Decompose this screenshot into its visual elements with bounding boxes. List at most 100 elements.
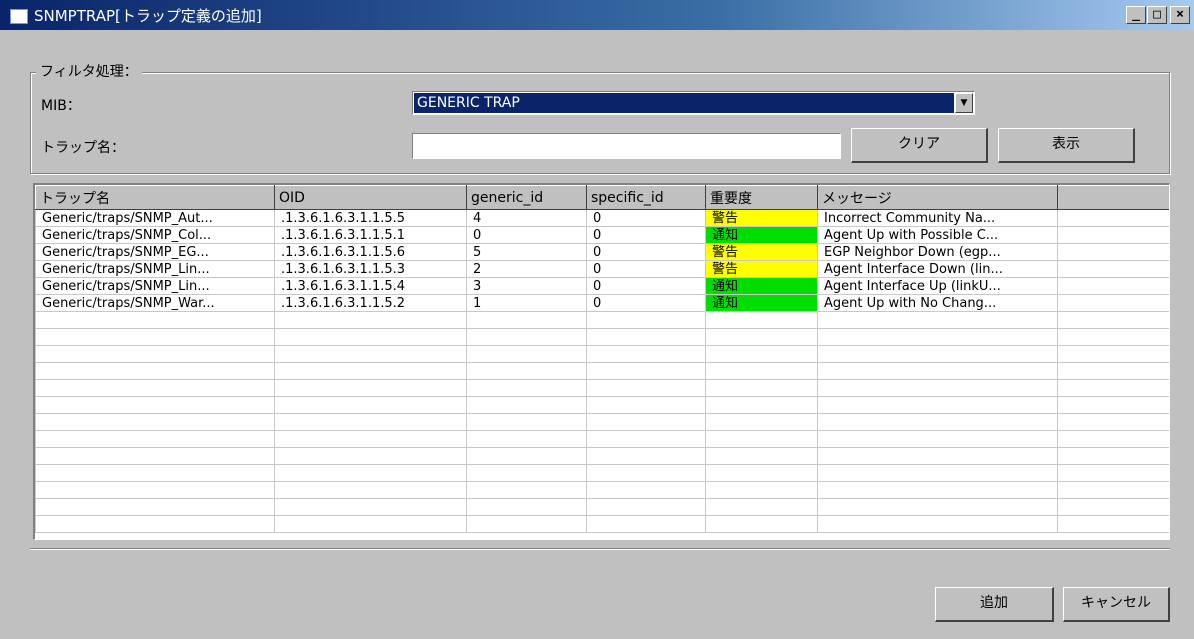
empty-cell [586, 481, 706, 499]
column-header[interactable] [1057, 185, 1169, 210]
empty-cell [35, 379, 275, 397]
empty-cell [1057, 260, 1169, 278]
empty-cell [705, 413, 818, 431]
column-header[interactable]: generic_id [466, 185, 587, 210]
empty-cell [466, 413, 587, 431]
dropdown-arrow-icon[interactable]: ▼ [955, 93, 973, 113]
cell-specific-id: 0 [586, 243, 706, 261]
empty-cell [274, 379, 467, 397]
empty-cell [35, 498, 275, 516]
empty-row [35, 430, 1169, 448]
empty-row [35, 498, 1169, 516]
empty-cell [817, 413, 1058, 431]
cell-specific-id: 0 [586, 209, 706, 227]
empty-cell [274, 481, 467, 499]
empty-cell [817, 379, 1058, 397]
mib-select[interactable]: GENERIC TRAP ▼ [412, 91, 975, 115]
empty-cell [1057, 328, 1169, 346]
column-header[interactable]: OID [274, 185, 467, 210]
empty-cell [35, 447, 275, 465]
empty-cell [705, 362, 818, 380]
empty-cell [1057, 294, 1169, 312]
empty-cell [35, 413, 275, 431]
show-button[interactable]: 表示 [998, 128, 1135, 163]
empty-cell [466, 430, 587, 448]
table-row[interactable]: Generic/traps/SNMP_Col... .1.3.6.1.6.3.1.… [35, 226, 1169, 244]
empty-cell [586, 345, 706, 363]
cell-oid: .1.3.6.1.6.3.1.1.5.1 [274, 226, 467, 244]
empty-cell [274, 447, 467, 465]
cell-severity: 通知 [705, 226, 818, 244]
cell-generic-id: 1 [466, 294, 587, 312]
column-header[interactable]: トラップ名 [35, 185, 275, 210]
title-bar[interactable]: SNMPTRAP[トラップ定義の追加] _ □ × [0, 0, 1194, 30]
empty-cell [466, 379, 587, 397]
filter-legend: フィルタ処理： [36, 61, 142, 81]
cell-name: Generic/traps/SNMP_Lin... [35, 277, 275, 295]
empty-row [35, 464, 1169, 482]
empty-cell [586, 396, 706, 414]
empty-cell [35, 362, 275, 380]
empty-cell [705, 328, 818, 346]
maximize-button[interactable]: □ [1147, 6, 1167, 24]
separator [30, 548, 1170, 550]
empty-cell [35, 345, 275, 363]
table-row[interactable]: Generic/traps/SNMP_War... .1.3.6.1.6.3.1.… [35, 294, 1169, 312]
clear-button[interactable]: クリア [851, 128, 988, 163]
empty-cell [466, 498, 587, 516]
cell-specific-id: 0 [586, 294, 706, 312]
empty-cell [1057, 464, 1169, 482]
empty-cell [817, 345, 1058, 363]
empty-cell [35, 515, 275, 533]
add-button[interactable]: 追加 [935, 587, 1054, 622]
column-header[interactable]: specific_id [586, 185, 706, 210]
cancel-button[interactable]: キャンセル [1063, 587, 1170, 622]
empty-cell [705, 481, 818, 499]
empty-cell [705, 396, 818, 414]
cell-oid: .1.3.6.1.6.3.1.1.5.3 [274, 260, 467, 278]
empty-row [35, 396, 1169, 414]
table-row[interactable]: Generic/traps/SNMP_EG... .1.3.6.1.6.3.1.1… [35, 243, 1169, 261]
cell-message: Agent Interface Down (lin... [817, 260, 1058, 278]
empty-cell [274, 328, 467, 346]
empty-cell [35, 481, 275, 499]
empty-cell [274, 498, 467, 516]
empty-cell [705, 498, 818, 516]
empty-row [35, 447, 1169, 465]
empty-cell [1057, 447, 1169, 465]
table-row[interactable]: Generic/traps/SNMP_Aut... .1.3.6.1.6.3.1.… [35, 209, 1169, 227]
table-row[interactable]: Generic/traps/SNMP_Lin... .1.3.6.1.6.3.1.… [35, 260, 1169, 278]
table-row[interactable]: Generic/traps/SNMP_Lin... .1.3.6.1.6.3.1.… [35, 277, 1169, 295]
empty-cell [466, 362, 587, 380]
empty-cell [586, 362, 706, 380]
empty-cell [1057, 243, 1169, 261]
column-header[interactable]: 重要度 [705, 185, 818, 210]
empty-cell [1057, 209, 1169, 227]
empty-cell [1057, 481, 1169, 499]
minimize-button[interactable]: _ [1126, 6, 1146, 24]
cell-name: Generic/traps/SNMP_Lin... [35, 260, 275, 278]
trap-name-input[interactable] [412, 133, 841, 159]
cell-generic-id: 0 [466, 226, 587, 244]
column-header[interactable]: メッセージ [817, 185, 1058, 210]
trap-table[interactable]: トラップ名 OID generic_id specific_id 重要度 メッセージ Ge… [33, 183, 1170, 540]
mib-selected-value: GENERIC TRAP [414, 93, 954, 113]
cell-oid: .1.3.6.1.6.3.1.1.5.5 [274, 209, 467, 227]
empty-cell [586, 447, 706, 465]
empty-cell [817, 481, 1058, 499]
mib-label: MIB： [41, 98, 81, 114]
empty-cell [466, 311, 587, 329]
empty-cell [705, 345, 818, 363]
empty-cell [466, 328, 587, 346]
empty-cell [274, 311, 467, 329]
cell-specific-id: 0 [586, 277, 706, 295]
cell-severity: 警告 [705, 260, 818, 278]
empty-cell [274, 464, 467, 482]
cell-severity: 通知 [705, 294, 818, 312]
cell-message: Incorrect Community Na... [817, 209, 1058, 227]
empty-cell [1057, 379, 1169, 397]
empty-cell [705, 515, 818, 533]
close-button[interactable]: × [1170, 6, 1190, 24]
cell-name: Generic/traps/SNMP_Col... [35, 226, 275, 244]
empty-cell [586, 379, 706, 397]
